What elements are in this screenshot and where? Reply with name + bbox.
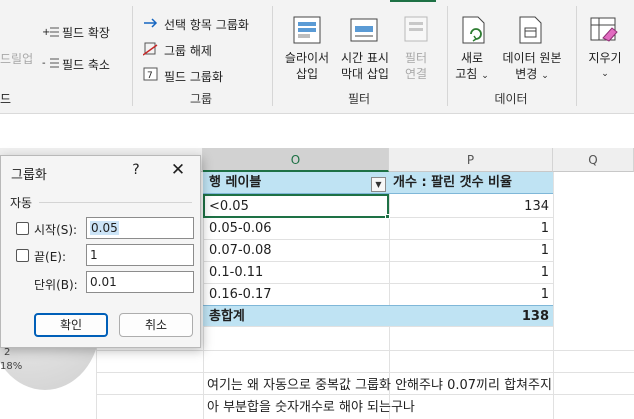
end-label: 끝(E):	[34, 250, 67, 264]
grid-line	[96, 350, 634, 351]
insert-slicer-line1: 슬라이서	[284, 51, 330, 65]
pivot-row-label[interactable]: 0.1-0.11	[203, 262, 389, 284]
slicer-icon	[293, 16, 321, 49]
note-cell[interactable]: 여기는 왜 자동으로 중복값 그룹화 안해주냐 0.07끼리 합쳐주지	[207, 374, 552, 393]
pivot-grand-total-label[interactable]: 총합계	[203, 305, 389, 327]
tab-accent-line	[390, 0, 436, 2]
pie-label-value: 2	[4, 347, 11, 358]
refresh-icon	[461, 16, 489, 49]
group-field-icon: 7	[143, 67, 159, 84]
collapse-field-button[interactable]: 필드 축소	[62, 56, 110, 73]
pivot-row-value[interactable]: 1	[389, 262, 553, 284]
timeline-icon	[350, 16, 380, 49]
column-header-q[interactable]: Q	[553, 148, 634, 172]
end-auto-checkbox[interactable]	[16, 249, 29, 262]
svg-text:-: -	[42, 58, 46, 69]
group-selection-button[interactable]: 선택 항목 그룹화	[164, 16, 249, 33]
ribbon-separator	[576, 6, 577, 106]
ribbon-separator	[272, 6, 273, 106]
column-header-o[interactable]: O	[203, 148, 389, 172]
section-divider	[39, 202, 192, 203]
chevron-down-icon: ⌄	[601, 69, 609, 79]
change-data-source-line2: 변경	[515, 67, 538, 81]
change-data-source-icon	[518, 16, 546, 49]
filter-connections-line2: 연결	[404, 67, 428, 81]
filter-connections-icon	[404, 16, 430, 49]
pivot-grand-total-value[interactable]: 138	[389, 305, 553, 327]
refresh-line2-row: 고침 ⌄	[452, 66, 492, 84]
grid-line	[96, 394, 634, 395]
clear-button[interactable]: 지우기 ⌄	[582, 50, 628, 82]
change-data-source-button[interactable]: 데이터 원본 변경 ⌄	[496, 50, 568, 84]
ungroup-icon	[142, 42, 159, 59]
pivot-row-value[interactable]: 1	[389, 240, 553, 262]
insert-slicer-button[interactable]: 슬라이서 삽입	[278, 50, 336, 82]
expand-field-icon: +	[42, 25, 60, 42]
filter-group-label: 필터	[347, 92, 371, 106]
change-data-source-line1: 데이터 원본	[502, 51, 562, 65]
group-selection-icon	[143, 17, 159, 32]
dialog-title: 그룹화	[11, 168, 47, 183]
start-auto-checkbox[interactable]	[16, 222, 29, 235]
filter-connections-button[interactable]: 필터 연결	[396, 50, 436, 82]
active-cell-border	[203, 194, 389, 218]
end-field[interactable]: 1	[86, 244, 194, 266]
pivot-value-header[interactable]: 개수 : 팔린 갯수 비율	[389, 172, 553, 194]
insert-slicer-line2: 삽입	[295, 67, 319, 81]
collapse-field-icon: -	[42, 56, 60, 73]
filter-connections-line1: 필터	[404, 51, 428, 65]
clear-line1: 지우기	[588, 51, 622, 65]
help-button[interactable]: ?	[129, 162, 143, 178]
step-field[interactable]: 0.01	[86, 271, 194, 293]
insert-timeline-button[interactable]: 시간 표시 막대 삽입	[336, 50, 394, 82]
group-field-button[interactable]: 필드 그룹화	[164, 68, 223, 85]
start-value: 0.05	[90, 221, 119, 235]
drill-up-partial-label: 드릴업	[0, 52, 34, 66]
note-cell[interactable]: 아 부분합을 숫자개수로 해야 되는구나	[207, 396, 415, 415]
chevron-down-icon: ⌄	[541, 71, 549, 81]
data-group-label: 데이터	[494, 92, 528, 106]
refresh-line2: 고침	[455, 67, 478, 81]
pivot-row-value[interactable]: 1	[389, 284, 553, 306]
start-field[interactable]: 0.05	[86, 217, 194, 239]
chevron-down-icon: ⌄	[481, 71, 489, 81]
auto-section-label: 자동	[10, 196, 33, 210]
refresh-line1: 새로	[460, 51, 484, 65]
step-label: 단위(B):	[34, 278, 78, 292]
close-button[interactable]: ✕	[169, 160, 187, 180]
fill-handle[interactable]	[385, 214, 390, 219]
pivot-row-label[interactable]: 0.07-0.08	[203, 240, 389, 262]
expand-field-button[interactable]: 필드 확장	[62, 24, 110, 41]
filter-dropdown-icon[interactable]: ▼	[371, 177, 386, 192]
group-group-label: 그룹	[189, 92, 213, 106]
refresh-button[interactable]: 새로 고침 ⌄	[452, 50, 492, 84]
insert-timeline-line1: 시간 표시	[341, 51, 389, 65]
pivot-row-label[interactable]: 0.16-0.17	[203, 284, 389, 306]
pivot-row-label[interactable]: 0.05-0.06	[203, 218, 389, 240]
ribbon-separator	[132, 6, 133, 106]
svg-text:+: +	[42, 27, 50, 38]
ungroup-button[interactable]: 그룹 해제	[164, 42, 212, 59]
svg-text:7: 7	[147, 71, 153, 81]
pivot-row-value[interactable]: 134	[389, 196, 553, 218]
ribbon-separator	[447, 6, 448, 106]
start-label: 시작(S):	[34, 223, 78, 237]
clear-icon	[590, 16, 620, 49]
insert-timeline-line2: 막대 삽입	[341, 67, 389, 81]
cancel-button[interactable]: 취소	[119, 313, 193, 337]
grid-line	[553, 172, 554, 419]
column-header-p[interactable]: P	[389, 148, 553, 172]
pivot-row-label-header[interactable]: 행 레이블	[203, 172, 389, 194]
ribbon: 드릴업 드 + 필드 확장 - 필드 축소 선택 항목 그룹화 그룹 해제 7 …	[0, 0, 634, 114]
pie-label-percent: 18%	[0, 361, 23, 372]
change-data-source-line2-row: 변경 ⌄	[496, 66, 568, 84]
pivot-row-value[interactable]: 1	[389, 218, 553, 240]
grid-line	[96, 372, 634, 373]
ok-button[interactable]: 확인	[34, 313, 108, 337]
outline-group-partial-label: 드	[0, 92, 12, 106]
